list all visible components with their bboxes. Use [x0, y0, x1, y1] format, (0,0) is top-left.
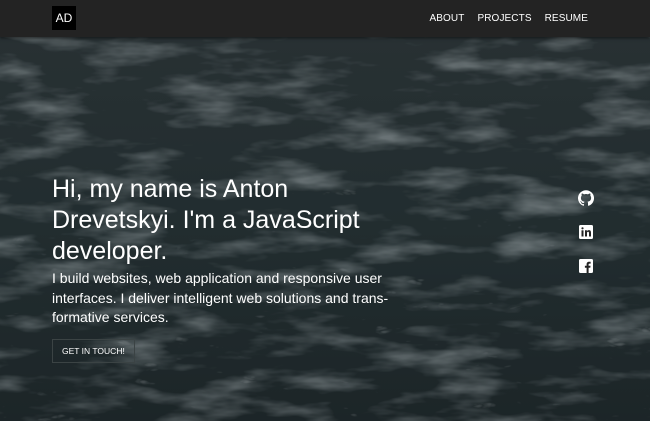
social-links — [578, 190, 594, 292]
linkedin-icon — [579, 225, 593, 239]
linkedin-link[interactable] — [578, 224, 594, 240]
hero-content: Hi, my name is Anton Drevetskyi. I'm a J… — [52, 174, 412, 363]
hero-description: I build websites, web application and re… — [52, 270, 389, 325]
nav-link-resume[interactable]: RESUME — [545, 13, 588, 24]
nav-link-projects[interactable]: PROJECTS — [477, 13, 531, 24]
top-navbar: AD ABOUT PROJECTS RESUME — [0, 0, 650, 37]
logo[interactable]: AD — [52, 6, 76, 30]
get-in-touch-button[interactable]: GET IN TOUCH! — [52, 338, 135, 363]
nav-menu: ABOUT PROJECTS RESUME — [417, 0, 588, 37]
github-link[interactable] — [578, 190, 594, 206]
hero-section: Hi, my name is Anton Drevetskyi. I'm a J… — [0, 37, 650, 421]
nav-link-about[interactable]: ABOUT — [430, 13, 465, 24]
facebook-link[interactable] — [578, 258, 594, 274]
github-icon — [578, 190, 594, 206]
hero-headline: Hi, my name is Anton Drevetskyi. I'm a J… — [52, 175, 360, 265]
facebook-icon — [579, 259, 593, 273]
